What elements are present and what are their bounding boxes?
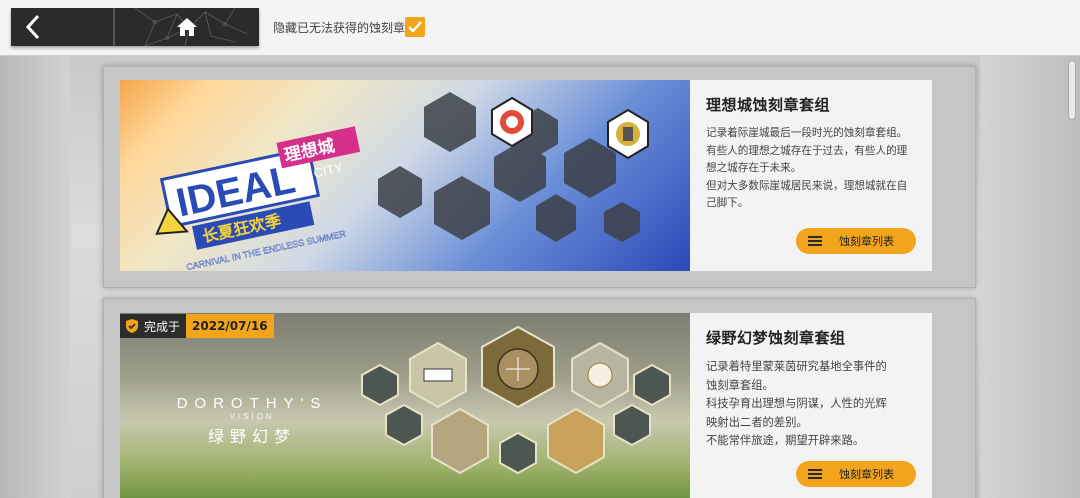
ideal-city-info-panel: 理想城蚀刻章套组 记录着际崖城最后一段时光的蚀刻章套组。 有些人的理想之城存在于…: [690, 80, 932, 271]
top-bar: 隐藏已无法获得的蚀刻章: [0, 0, 1080, 56]
dorothys-vision-banner: 完成于 2022/07/16 DOROTHY'S VISION 绿野幻梦: [120, 313, 690, 498]
dorothys-vision-info-panel: 绿野幻梦蚀刻章套组 记录着特里蒙莱茵研究基地全事件的 蚀刻章套组。 科技孕育出理…: [690, 313, 932, 498]
nav-box: [11, 8, 259, 46]
medal-list-button[interactable]: 蚀刻章列表: [796, 461, 916, 487]
medal-icon: [547, 407, 605, 475]
medal-icon: [385, 403, 423, 447]
menu-icon: [808, 236, 822, 246]
set-title: 绿野幻梦蚀刻章套组: [706, 329, 846, 347]
back-button[interactable]: [11, 8, 113, 46]
dorothys-vision-medal-grid: [361, 325, 671, 475]
ideal-city-banner: IDEAL 理想城 CITY 长夏狂欢季 CARNIVAL IN THE END…: [120, 80, 690, 271]
ideal-city-medal-grid: [378, 92, 649, 242]
medal-icon: [431, 407, 489, 475]
dorothys-vision-logo: DOROTHY'S VISION 绿野幻梦: [176, 395, 328, 446]
home-button[interactable]: [113, 8, 259, 46]
background-right-decor: [980, 56, 1080, 498]
medal-list-button[interactable]: 蚀刻章列表: [796, 228, 916, 254]
hex-slot: [604, 202, 640, 242]
set-description: 记录着际崖城最后一段时光的蚀刻章套组。 有些人的理想之城存在于过去，有些人的理 …: [706, 127, 908, 209]
hide-unobtainable-label: 隐藏已无法获得的蚀刻章: [273, 21, 406, 35]
medal-icon: [361, 363, 399, 407]
shield-check-icon: [126, 319, 138, 333]
completion-badge: 完成于 2022/07/16: [120, 313, 274, 339]
hex-slot: [378, 166, 422, 218]
medal-set-card-ideal-city[interactable]: IDEAL 理想城 CITY 长夏狂欢季 CARNIVAL IN THE END…: [103, 66, 976, 288]
checkmark-icon: [408, 21, 422, 33]
svg-text:CITY: CITY: [312, 160, 344, 181]
hex-slot: [536, 194, 576, 242]
hex-slot: [434, 176, 490, 240]
scrollbar[interactable]: [1068, 60, 1076, 120]
background-left-decor: [0, 56, 70, 498]
set-description: 记录着特里蒙莱茵研究基地全事件的 蚀刻章套组。 科技孕育出理想与阴谋，人性的光辉…: [706, 360, 887, 447]
completion-date: 2022/07/16: [186, 314, 274, 338]
medal-icon: [633, 363, 671, 407]
medal-set-card-dorothys-vision[interactable]: 完成于 2022/07/16 DOROTHY'S VISION 绿野幻梦 绿野幻…: [103, 298, 976, 498]
home-icon: [177, 18, 197, 36]
medal-icon: [613, 403, 651, 447]
medal-icon: [607, 108, 649, 160]
hide-unobtainable-checkbox[interactable]: [405, 17, 425, 37]
hex-slot: [424, 92, 476, 152]
medal-icon: [499, 431, 537, 475]
menu-icon: [808, 469, 822, 479]
chevron-left-icon: [25, 14, 40, 40]
ideal-city-logo: IDEAL 理想城 CITY 长夏狂欢季 CARNIVAL IN THE END…: [155, 126, 361, 271]
set-title: 理想城蚀刻章套组: [706, 96, 831, 114]
